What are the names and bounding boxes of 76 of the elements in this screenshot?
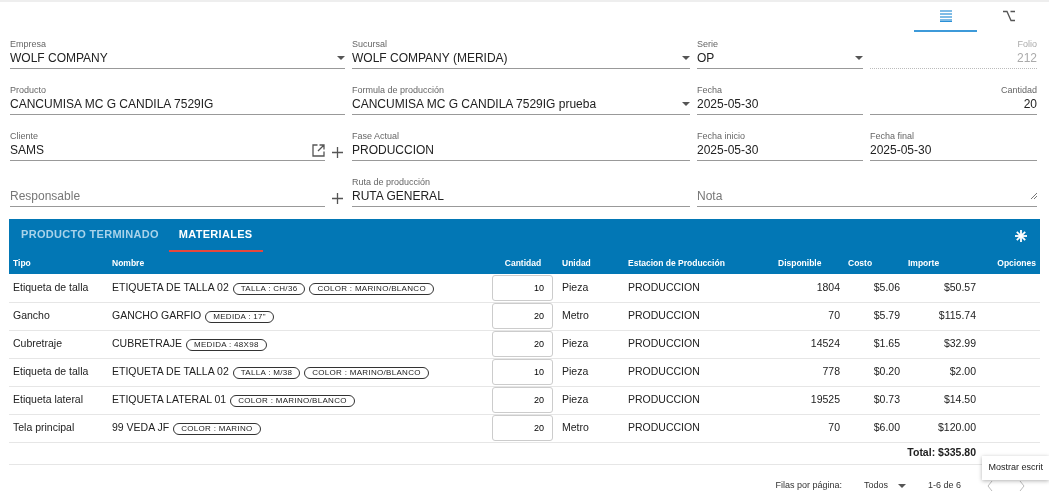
table-cell: Cubretraje [9, 330, 108, 358]
table-cell: $120.00 [904, 414, 980, 442]
table-cell: Tela principal [9, 414, 108, 442]
table-cell: $50.57 [904, 274, 980, 302]
table-cell: $0.73 [844, 386, 904, 414]
table-cell: $32.99 [904, 330, 980, 358]
table-cell: CUBRETRAJE [112, 337, 182, 350]
table-cell: Pieza [558, 358, 624, 386]
table-cell: 19525 [774, 386, 844, 414]
column-header: Estacion de Producción [624, 252, 774, 274]
table-cell: $6.00 [844, 414, 904, 442]
table-cell: $5.79 [844, 302, 904, 330]
input-field[interactable]: Producto CANCUMISA MC G CANDILA 7529IG [10, 78, 345, 115]
input-field[interactable]: Cantidad 20 [870, 78, 1037, 115]
table-cell: 1804 [774, 274, 844, 302]
table-cell: $0.20 [844, 358, 904, 386]
select-field[interactable]: Formula de producción CANCUMISA MC G CANDILA 7529IG prueba [352, 78, 690, 115]
column-header: Opciones [980, 252, 1040, 274]
column-header: Disponible [774, 252, 844, 274]
table-cell: $5.06 [844, 274, 904, 302]
quantity-input[interactable]: 10 [492, 359, 553, 385]
table-cell: 70 [774, 414, 844, 442]
quantity-input[interactable]: 10 [492, 274, 553, 301]
table-cell: Etiqueta de talla [9, 358, 108, 386]
table-cell: PRODUCCION [624, 358, 774, 386]
table-cell: PRODUCCION [624, 414, 774, 442]
table-cell: Gancho [9, 302, 108, 330]
table-cell: $14.50 [904, 386, 980, 414]
table-cell: GANCHO GARFIO [112, 309, 202, 322]
table-cell: 14524 [774, 330, 844, 358]
table-cell: 778 [774, 358, 844, 386]
column-header: Cantidad [488, 252, 558, 274]
input-field[interactable]: Ruta de producción RUTA GENERAL [352, 170, 690, 207]
column-header: Importe [904, 252, 980, 274]
input-field[interactable]: Nota [697, 170, 1037, 207]
table-cell: ETIQUETA LATERAL 01 [112, 393, 227, 406]
table-cell: Metro [558, 414, 624, 442]
table-cell: PRODUCCION [624, 302, 774, 330]
table-cell: $1.65 [844, 330, 904, 358]
table-cell: $2.00 [904, 358, 980, 386]
select-field[interactable]: Serie OP [697, 32, 863, 69]
table-cell: ETIQUETA DE TALLA 02 [112, 365, 229, 378]
table-cell: PRODUCCION [624, 274, 774, 302]
input-field[interactable]: Fecha 2025-05-30 [697, 78, 863, 115]
select-field[interactable]: Empresa WOLF COMPANY [10, 32, 345, 69]
input-field[interactable]: Fecha final 2025-05-30 [870, 124, 1037, 161]
input-field[interactable]: Responsable [10, 170, 325, 207]
select-field[interactable]: Sucursal WOLF COMPANY (MERIDA) [352, 32, 690, 69]
quantity-input[interactable]: 20 [492, 303, 553, 329]
table-cell: 70 [774, 302, 844, 330]
quantity-input[interactable]: 20 [492, 331, 553, 357]
input-field[interactable]: Fecha inicio 2025-05-30 [697, 124, 863, 161]
input-field[interactable]: Fase Actual PRODUCCION [352, 124, 690, 161]
table-cell: 99 VEDA JF [112, 421, 170, 434]
rows-per-page-select[interactable]: Todos [863, 478, 906, 493]
column-header: Costo [844, 252, 904, 274]
table-cell: PRODUCCION [624, 330, 774, 358]
table-cell: ETIQUETA DE TALLA 02 [112, 280, 229, 293]
table-cell: $115.74 [904, 302, 980, 330]
table-cell: Etiqueta de talla [9, 274, 108, 302]
column-header: Nombre [108, 252, 488, 274]
tooltip: Mostrar escrit [982, 456, 1049, 480]
table-cell: Metro [558, 302, 624, 330]
input-field[interactable]: Cliente SAMS [10, 124, 325, 161]
quantity-input[interactable]: 20 [492, 415, 553, 441]
page-range: 1-6 de 6 [927, 478, 961, 492]
table-cell: PRODUCCION [624, 386, 774, 414]
column-header: Unidad [558, 252, 624, 274]
table-cell: Pieza [558, 330, 624, 358]
column-header: Tipo [9, 252, 108, 274]
quantity-input[interactable]: 20 [492, 387, 553, 413]
table-cell: Pieza [558, 274, 624, 302]
table-cell: Pieza [558, 386, 624, 414]
total-text: Total: $335.80 [907, 446, 976, 459]
table-cell: Etiqueta lateral [9, 386, 108, 414]
rows-per-page-label: Filas por página: [775, 478, 842, 492]
